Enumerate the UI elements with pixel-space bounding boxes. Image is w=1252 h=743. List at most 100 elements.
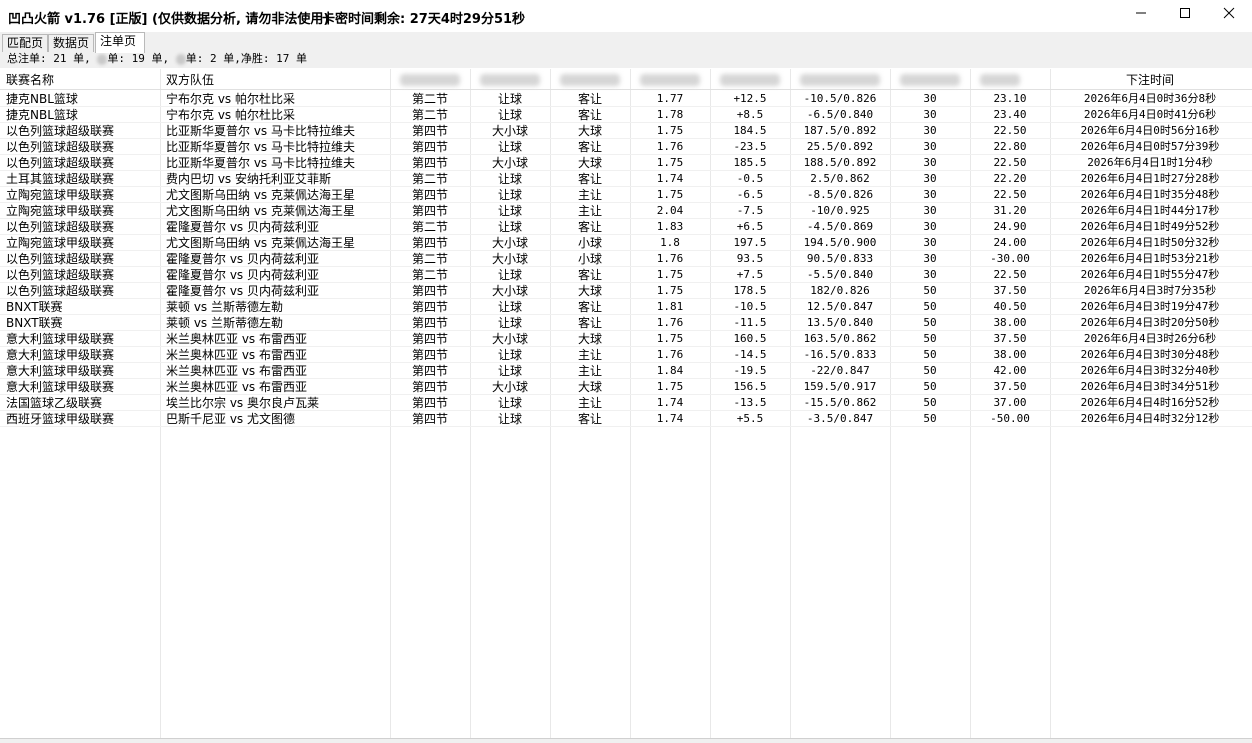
table-row[interactable]: 以色列篮球超级联赛 霍隆夏普尔 vs 贝内荷兹利亚 第二节 大小球 小球 1.76 93.5… — [0, 251, 1252, 267]
tab-match[interactable]: 匹配页 — [2, 34, 48, 52]
cell-profit: 22.50 — [993, 156, 1027, 169]
cell-teams: 尤文图斯乌田纳 vs 克莱佩达海王星 — [166, 188, 355, 202]
cell-bet-time: 2026年6月4日3时26分6秒 — [1083, 332, 1217, 345]
cell-stake: 30 — [923, 156, 937, 169]
table-row[interactable]: 意大利篮球甲级联赛 米兰奥林匹亚 vs 布雷西亚 第四节 大小球 大球 1.75 160.5… — [0, 331, 1252, 347]
table-row[interactable]: 以色列篮球超级联赛 霍隆夏普尔 vs 贝内荷兹利亚 第四节 大小球 大球 1.75 178.… — [0, 283, 1252, 299]
cell-side: 客让 — [577, 268, 602, 282]
cell-stake: 30 — [923, 188, 937, 201]
cell-bet-time: 2026年6月4日1时27分28秒 — [1080, 172, 1220, 185]
cell-side: 大球 — [577, 380, 602, 394]
cell-profit: 24.90 — [993, 220, 1027, 233]
cell-line-odds: 159.5/0.917 — [803, 380, 877, 393]
cell-bet-type: 让球 — [497, 220, 522, 234]
cell-odds: 2.04 — [656, 204, 684, 217]
cell-side: 客让 — [577, 220, 602, 234]
cell-stake: 30 — [923, 172, 937, 185]
table-row[interactable]: 以色列篮球超级联赛 比亚斯华夏普尔 vs 马卡比特拉维夫 第四节 让球 客让 1.76 -2… — [0, 139, 1252, 155]
cell-odds: 1.75 — [656, 284, 684, 297]
redacted-mark — [175, 53, 186, 65]
cell-bet-time: 2026年6月4日1时44分17秒 — [1080, 204, 1220, 217]
table-row[interactable]: 以色列篮球超级联赛 比亚斯华夏普尔 vs 马卡比特拉维夫 第四节 大小球 大球 1.75 1… — [0, 155, 1252, 171]
header-redacted — [400, 74, 460, 86]
table-row[interactable]: BNXT联赛 莱顿 vs 兰斯蒂德左勒 第四节 让球 客让 1.81 -10.5 12.5/0… — [0, 299, 1252, 315]
cell-bet-type: 让球 — [497, 92, 522, 106]
tab-data[interactable]: 数据页 — [48, 34, 94, 52]
cell-bet-type: 让球 — [497, 188, 522, 202]
cell-period: 第四节 — [411, 316, 448, 330]
cell-line: -23.5 — [733, 140, 767, 153]
cell-odds: 1.77 — [656, 92, 684, 105]
table-row[interactable]: 立陶宛篮球甲级联赛 尤文图斯乌田纳 vs 克莱佩达海王星 第四节 让球 主让 2.04 -7… — [0, 203, 1252, 219]
cell-side: 主让 — [577, 188, 602, 202]
cell-league: 意大利篮球甲级联赛 — [6, 348, 115, 362]
summary-total: 总注单: 21 单, — [7, 52, 91, 65]
cell-stake: 30 — [923, 92, 937, 105]
minimize-button[interactable] — [1118, 0, 1164, 26]
cell-line-odds: 182/0.826 — [810, 284, 870, 297]
cell-bet-type: 大小球 — [491, 332, 528, 346]
cell-teams: 霍隆夏普尔 vs 贝内荷兹利亚 — [166, 252, 319, 266]
table-row[interactable]: 以色列篮球超级联赛 比亚斯华夏普尔 vs 马卡比特拉维夫 第四节 大小球 大球 1.75 1… — [0, 123, 1252, 139]
table-row[interactable]: BNXT联赛 莱顿 vs 兰斯蒂德左勒 第四节 让球 客让 1.76 -11.5 13.5/0… — [0, 315, 1252, 331]
tab-orders[interactable]: 注单页 — [95, 32, 145, 53]
table-row[interactable]: 意大利篮球甲级联赛 米兰奥林匹亚 vs 布雷西亚 第四节 让球 主让 1.84 -19.5 -… — [0, 363, 1252, 379]
license-timer: 卡密时间剩余: 27天4时29分51秒 — [322, 12, 526, 27]
cell-league: 法国篮球乙级联赛 — [6, 396, 103, 410]
cell-period: 第二节 — [411, 172, 448, 186]
table-row[interactable]: 西班牙篮球甲级联赛 巴斯千尼亚 vs 尤文图德 第四节 让球 客让 1.74 +5.5 -3.… — [0, 411, 1252, 427]
table-row[interactable]: 捷克NBL篮球 宁布尔克 vs 帕尔杜比采 第二节 让球 客让 1.77 +12.5 -10.… — [0, 91, 1252, 107]
cell-side: 客让 — [577, 412, 602, 426]
cell-side: 大球 — [577, 124, 602, 138]
cell-side: 客让 — [577, 172, 602, 186]
close-icon — [1223, 7, 1235, 19]
cell-league: 意大利篮球甲级联赛 — [6, 332, 115, 346]
cell-odds: 1.76 — [656, 348, 684, 361]
cell-side: 主让 — [577, 396, 602, 410]
cell-league: 立陶宛篮球甲级联赛 — [6, 204, 115, 218]
cell-bet-time: 2026年6月4日4时16分52秒 — [1080, 396, 1220, 409]
header-teams[interactable]: 双方队伍 — [166, 71, 214, 88]
table-row[interactable]: 立陶宛篮球甲级联赛 尤文图斯乌田纳 vs 克莱佩达海王星 第四节 让球 主让 1.75 -6… — [0, 187, 1252, 203]
summary-wins: 单: 19 单, — [107, 52, 170, 65]
table-row[interactable]: 以色列篮球超级联赛 霍隆夏普尔 vs 贝内荷兹利亚 第二节 让球 客让 1.75 +7.5 -… — [0, 267, 1252, 283]
table-row[interactable]: 意大利篮球甲级联赛 米兰奥林匹亚 vs 布雷西亚 第四节 大小球 大球 1.75 156.5… — [0, 379, 1252, 395]
header-league[interactable]: 联赛名称 — [6, 71, 54, 88]
orders-table[interactable]: 联赛名称 双方队伍 下注时间 捷克NBL篮球 宁布尔克 vs 帕尔杜比采 第二节 让球… — [0, 69, 1252, 741]
cell-period: 第二节 — [411, 108, 448, 122]
cell-profit: 40.50 — [993, 300, 1027, 313]
cell-period: 第四节 — [411, 204, 448, 218]
table-row[interactable]: 捷克NBL篮球 宁布尔克 vs 帕尔杜比采 第二节 让球 客让 1.78 +8.5 -6.5/… — [0, 107, 1252, 123]
maximize-button[interactable] — [1162, 0, 1208, 26]
cell-line: 185.5 — [733, 156, 767, 169]
cell-profit: 37.00 — [993, 396, 1027, 409]
cell-bet-type: 让球 — [497, 364, 522, 378]
header-bet-time[interactable]: 下注时间 — [1050, 71, 1250, 88]
table-row[interactable]: 土耳其篮球超级联赛 费内巴切 vs 安纳托利亚艾菲斯 第二节 让球 客让 1.74 -0.5… — [0, 171, 1252, 187]
cell-side: 客让 — [577, 316, 602, 330]
cell-bet-type: 让球 — [497, 316, 522, 330]
table-row[interactable]: 意大利篮球甲级联赛 米兰奥林匹亚 vs 布雷西亚 第四节 让球 主让 1.76 -14.5 -… — [0, 347, 1252, 363]
cell-teams: 比亚斯华夏普尔 vs 马卡比特拉维夫 — [166, 140, 355, 154]
close-button[interactable] — [1206, 0, 1252, 26]
cell-period: 第四节 — [411, 364, 448, 378]
cell-league: 意大利篮球甲级联赛 — [6, 364, 115, 378]
header-redacted — [720, 74, 780, 86]
cell-profit: 31.20 — [993, 204, 1027, 217]
cell-side: 客让 — [577, 92, 602, 106]
cell-line: -11.5 — [733, 316, 767, 329]
cell-league: BNXT联赛 — [6, 316, 63, 330]
cell-line: -10.5 — [733, 300, 767, 313]
cell-teams: 比亚斯华夏普尔 vs 马卡比特拉维夫 — [166, 124, 355, 138]
cell-teams: 比亚斯华夏普尔 vs 马卡比特拉维夫 — [166, 156, 355, 170]
cell-bet-type: 让球 — [497, 268, 522, 282]
cell-odds: 1.76 — [656, 140, 684, 153]
cell-stake: 30 — [923, 124, 937, 137]
table-row[interactable]: 立陶宛篮球甲级联赛 尤文图斯乌田纳 vs 克莱佩达海王星 第四节 大小球 小球 1.8 19… — [0, 235, 1252, 251]
cell-bet-type: 大小球 — [491, 236, 528, 250]
table-row[interactable]: 法国篮球乙级联赛 埃兰比尔宗 vs 奥尔良卢瓦莱 第四节 让球 主让 1.74 -13.5 -… — [0, 395, 1252, 411]
cell-league: 以色列篮球超级联赛 — [6, 252, 115, 266]
header-redacted — [900, 74, 960, 86]
cell-league: 西班牙篮球甲级联赛 — [6, 412, 115, 426]
table-row[interactable]: 以色列篮球超级联赛 霍隆夏普尔 vs 贝内荷兹利亚 第二节 让球 客让 1.83 +6.5 -… — [0, 219, 1252, 235]
